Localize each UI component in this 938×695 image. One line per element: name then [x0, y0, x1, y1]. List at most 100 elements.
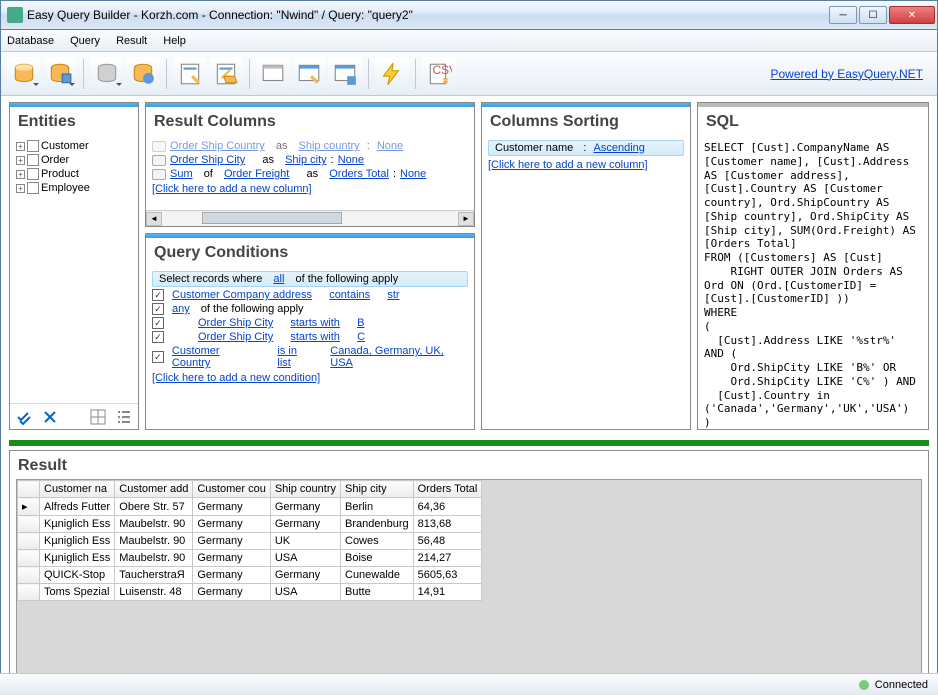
cond-checkbox[interactable] — [152, 317, 164, 329]
add-sort-link[interactable]: [Click here to add a new column] — [488, 157, 684, 173]
db-refresh-button[interactable] — [126, 57, 160, 91]
powered-by-link[interactable]: Powered by EasyQuery.NET — [770, 67, 923, 81]
result-columns-panel: Result Columns Order Ship Country as Shi… — [145, 102, 475, 227]
cell[interactable]: Brandenburg — [341, 516, 414, 533]
entity-item[interactable]: +Employee — [16, 181, 132, 195]
row-header[interactable] — [18, 516, 40, 533]
cond-checkbox[interactable] — [152, 351, 164, 363]
menu-query[interactable]: Query — [70, 35, 100, 47]
result-grid[interactable]: Customer naCustomer addCustomer couShip … — [16, 479, 922, 681]
cell[interactable]: USA — [270, 550, 340, 567]
sql-text[interactable]: SELECT [Cust].CompanyName AS [Customer n… — [698, 135, 928, 429]
column-header[interactable]: Ship country — [270, 481, 340, 498]
cell[interactable]: 5605,63 — [413, 567, 482, 584]
minimize-button[interactable]: ─ — [829, 6, 857, 24]
sort-row[interactable]: Customer name : Ascending — [488, 140, 684, 156]
cell[interactable]: Kµniglich Ess — [40, 550, 115, 567]
maximize-button[interactable]: ☐ — [859, 6, 887, 24]
column-header[interactable]: Customer na — [40, 481, 115, 498]
expand-icon[interactable]: + — [16, 184, 25, 193]
cell[interactable]: Germany — [193, 567, 270, 584]
cell[interactable]: 214,27 — [413, 550, 482, 567]
row-header[interactable]: ▸ — [18, 498, 40, 516]
cell[interactable]: Germany — [270, 567, 340, 584]
cond-checkbox[interactable] — [152, 289, 164, 301]
cell[interactable]: QUICK-Stop — [40, 567, 115, 584]
panel-button-1[interactable] — [256, 57, 290, 91]
entity-item[interactable]: +Order — [16, 153, 132, 167]
cell[interactable]: Maubelstr. 90 — [115, 516, 193, 533]
entity-checkbox[interactable] — [27, 154, 39, 166]
cell[interactable]: Germany — [270, 516, 340, 533]
check-all-icon[interactable] — [16, 409, 32, 425]
add-condition-link[interactable]: [Click here to add a new condition] — [152, 370, 468, 386]
cell[interactable]: 56,48 — [413, 533, 482, 550]
query-new-button[interactable] — [173, 57, 207, 91]
menubar: Database Query Result Help — [1, 30, 937, 52]
cell[interactable]: Germany — [193, 550, 270, 567]
cell[interactable]: TaucherstraЯ — [115, 567, 193, 584]
db-open-button[interactable] — [7, 57, 41, 91]
cell[interactable]: Maubelstr. 90 — [115, 550, 193, 567]
menu-result[interactable]: Result — [116, 35, 147, 47]
entity-item[interactable]: +Product — [16, 167, 132, 181]
execute-button[interactable] — [375, 57, 409, 91]
query-open-button[interactable] — [209, 57, 243, 91]
cell[interactable]: Germany — [193, 584, 270, 601]
cell[interactable]: Germany — [193, 516, 270, 533]
export-csv-button[interactable]: CSV — [422, 57, 456, 91]
cond-checkbox[interactable] — [152, 331, 164, 343]
entity-item[interactable]: +Customer — [16, 139, 132, 153]
cell[interactable]: 813,68 — [413, 516, 482, 533]
hscrollbar[interactable]: ◄► — [146, 210, 474, 226]
cell[interactable]: USA — [270, 584, 340, 601]
cell[interactable]: Germany — [193, 498, 270, 516]
cell[interactable]: UK — [270, 533, 340, 550]
result-panel: Result Customer naCustomer addCustomer c… — [9, 450, 929, 688]
cond-checkbox[interactable] — [152, 303, 164, 315]
cell[interactable]: Luisenstr. 48 — [115, 584, 193, 601]
cell[interactable]: Germany — [270, 498, 340, 516]
column-header[interactable]: Orders Total — [413, 481, 482, 498]
cell[interactable]: Obere Str. 57 — [115, 498, 193, 516]
row-header[interactable] — [18, 550, 40, 567]
expand-icon[interactable]: + — [16, 142, 25, 151]
cell[interactable]: Cunewalde — [341, 567, 414, 584]
uncheck-all-icon[interactable] — [42, 409, 58, 425]
menu-help[interactable]: Help — [163, 35, 186, 47]
cell[interactable]: Alfreds Futter — [40, 498, 115, 516]
entity-checkbox[interactable] — [27, 182, 39, 194]
list-icon[interactable] — [116, 409, 132, 425]
cell[interactable]: Germany — [193, 533, 270, 550]
cell[interactable]: Cowes — [341, 533, 414, 550]
column-header[interactable]: Customer add — [115, 481, 193, 498]
entity-checkbox[interactable] — [27, 140, 39, 152]
cell[interactable]: Kµniglich Ess — [40, 533, 115, 550]
expand-icon[interactable]: + — [16, 156, 25, 165]
cell[interactable]: 14,91 — [413, 584, 482, 601]
cell[interactable]: Kµniglich Ess — [40, 516, 115, 533]
row-header[interactable] — [18, 584, 40, 601]
cell[interactable]: Butte — [341, 584, 414, 601]
cell[interactable]: Berlin — [341, 498, 414, 516]
db-connect-button[interactable] — [43, 57, 77, 91]
grid-icon[interactable] — [90, 409, 106, 425]
menu-database[interactable]: Database — [7, 35, 54, 47]
expand-icon[interactable]: + — [16, 170, 25, 179]
add-column-link[interactable]: [Click here to add a new column] — [152, 181, 468, 197]
column-header[interactable]: Ship city — [341, 481, 414, 498]
column-header[interactable]: Customer cou — [193, 481, 270, 498]
panel-button-2[interactable] — [292, 57, 326, 91]
entity-checkbox[interactable] — [27, 168, 39, 180]
db-action-button[interactable] — [90, 57, 124, 91]
row-header[interactable] — [18, 533, 40, 550]
panel-button-3[interactable] — [328, 57, 362, 91]
cell[interactable]: Boise — [341, 550, 414, 567]
splitter[interactable] — [9, 440, 929, 446]
close-button[interactable]: ✕ — [889, 6, 935, 24]
cell[interactable]: 64,36 — [413, 498, 482, 516]
root-condition[interactable]: Select records where all of the followin… — [152, 271, 468, 287]
cell[interactable]: Toms Spezial — [40, 584, 115, 601]
cell[interactable]: Maubelstr. 90 — [115, 533, 193, 550]
row-header[interactable] — [18, 567, 40, 584]
